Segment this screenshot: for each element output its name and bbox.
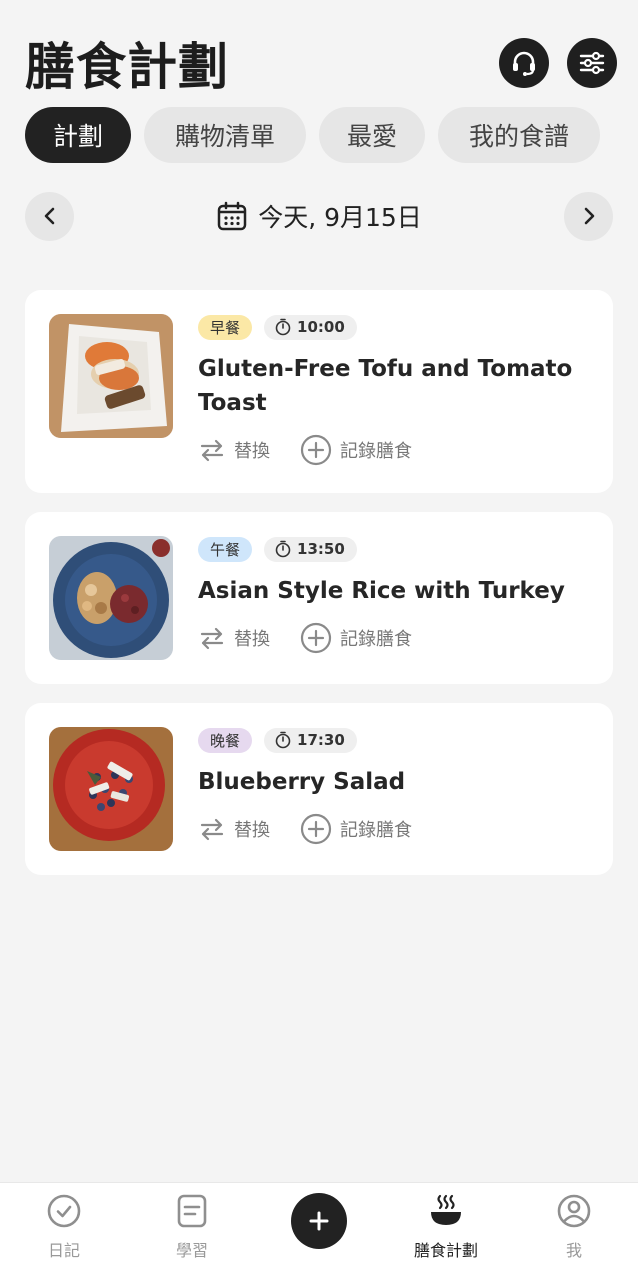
- meal-type-badge: 早餐: [198, 314, 253, 340]
- swap-icon: [200, 627, 224, 650]
- chevron-right-icon: [584, 207, 594, 225]
- add-button[interactable]: [291, 1193, 347, 1249]
- nav-label: 日記: [47, 1241, 80, 1260]
- log-label: 記錄膳食: [340, 820, 412, 841]
- next-day-button[interactable]: [564, 191, 613, 241]
- plus-circle-icon: [300, 434, 332, 466]
- tab-plan[interactable]: 計劃: [25, 107, 131, 163]
- nav-label: 學習: [175, 1241, 208, 1260]
- nav-learn[interactable]: 學習: [147, 1193, 237, 1261]
- swap-meal-button[interactable]: 替換: [198, 815, 270, 843]
- calendar-icon: [217, 201, 247, 231]
- plus-circle-icon: [300, 622, 332, 654]
- bottom-navigation: 日記 學習 膳食計劃 我: [0, 1182, 638, 1280]
- settings-button[interactable]: [567, 38, 617, 88]
- nav-diary[interactable]: 日記: [19, 1193, 109, 1261]
- meal-time-badge: 10:00: [264, 314, 357, 340]
- plus-circle-icon: [300, 813, 332, 845]
- swap-label: 替換: [234, 820, 270, 841]
- log-meal-button[interactable]: 記錄膳食: [300, 813, 412, 845]
- log-label: 記錄膳食: [340, 441, 412, 462]
- date-label: 今天, 9月15日: [258, 203, 422, 232]
- nav-label: 我: [565, 1241, 582, 1260]
- tab-my-recipes[interactable]: 我的食譜: [438, 107, 600, 163]
- date-display[interactable]: 今天, 9月15日: [216, 198, 422, 234]
- document-icon: [177, 1194, 207, 1228]
- headset-icon: [513, 51, 535, 76]
- stopwatch-icon: [275, 731, 291, 749]
- sliders-icon: [579, 51, 605, 75]
- swap-icon: [200, 818, 224, 841]
- meal-type-badge: 午餐: [198, 536, 253, 562]
- page-title: 膳食計劃: [25, 38, 229, 96]
- meal-time: 17:30: [297, 731, 345, 749]
- meal-time: 10:00: [297, 318, 345, 336]
- support-button[interactable]: [499, 38, 549, 88]
- meal-time-badge: 17:30: [264, 727, 357, 753]
- plus-icon: [309, 1211, 329, 1231]
- profile-icon: [557, 1194, 591, 1228]
- meal-card-dinner[interactable]: 晚餐 17:30 Blueberry Salad 替換 記錄膳食: [25, 703, 613, 875]
- stopwatch-icon: [275, 318, 291, 336]
- swap-meal-button[interactable]: 替換: [198, 436, 270, 464]
- meal-name[interactable]: Blueberry Salad: [198, 765, 589, 799]
- nav-meal-plan[interactable]: 膳食計劃: [401, 1193, 491, 1261]
- swap-label: 替換: [234, 441, 270, 462]
- meal-time: 13:50: [297, 540, 345, 558]
- page-header: 膳食計劃: [25, 30, 617, 96]
- meal-card-lunch[interactable]: 午餐 13:50 Asian Style Rice with Turkey 替換…: [25, 512, 613, 684]
- stopwatch-icon: [275, 540, 291, 558]
- meal-name[interactable]: Gluten-Free Tofu and Tomato Toast: [198, 352, 589, 420]
- meal-image-rice-turkey: [49, 536, 173, 660]
- tab-bar: 計劃 購物清單 最愛 我的食譜: [25, 107, 600, 163]
- nav-profile[interactable]: 我: [529, 1193, 619, 1261]
- nav-label: 膳食計劃: [413, 1241, 478, 1260]
- meal-type-badge: 晚餐: [198, 727, 253, 753]
- meal-card-breakfast[interactable]: 早餐 10:00 Gluten-Free Tofu and Tomato Toa…: [25, 290, 613, 493]
- swap-meal-button[interactable]: 替換: [198, 624, 270, 652]
- date-navigator: 今天, 9月15日: [25, 191, 613, 241]
- log-label: 記錄膳食: [340, 629, 412, 650]
- bowl-icon: [431, 1194, 461, 1225]
- swap-icon: [200, 439, 224, 462]
- chevron-left-icon: [44, 207, 54, 225]
- log-meal-button[interactable]: 記錄膳食: [300, 622, 412, 654]
- swap-label: 替換: [234, 629, 270, 650]
- meal-list: 早餐 10:00 Gluten-Free Tofu and Tomato Toa…: [25, 290, 613, 894]
- meal-image-blueberry-salad: [49, 727, 173, 851]
- log-meal-button[interactable]: 記錄膳食: [300, 434, 412, 466]
- tab-shopping-list[interactable]: 購物清單: [144, 107, 306, 163]
- meal-name[interactable]: Asian Style Rice with Turkey: [198, 574, 589, 608]
- check-circle-icon: [47, 1194, 81, 1228]
- meal-time-badge: 13:50: [264, 536, 357, 562]
- meal-image-tofu-toast: [49, 314, 173, 438]
- previous-day-button[interactable]: [25, 191, 74, 241]
- tab-favorites[interactable]: 最愛: [319, 107, 425, 163]
